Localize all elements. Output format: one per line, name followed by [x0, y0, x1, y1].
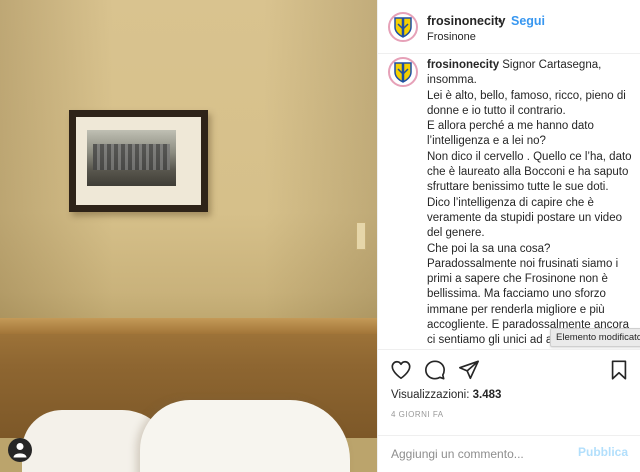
pillow: [140, 400, 350, 472]
add-comment-bar: Pubblica: [378, 435, 640, 472]
post-caption: frosinonecity Signor Cartasegna, insomma.…: [427, 58, 635, 349]
caption-line: Che poi la sa una cosa?: [427, 242, 551, 255]
caption-line: Lei è alto, bello, famoso, ricco, pieno …: [427, 89, 626, 117]
separator-dot: •: [498, 14, 503, 28]
user-icon[interactable]: [8, 438, 32, 462]
post-header: frosinonecity • Segui Frosinone: [378, 0, 640, 54]
post-actions: Visualizzazioni: 3.483 4 GIORNI FA: [378, 349, 640, 435]
edited-tooltip: Elemento modificato: [550, 328, 640, 347]
comment-bubble-icon[interactable]: [424, 359, 448, 383]
caption-username[interactable]: frosinonecity: [427, 59, 499, 71]
bookmark-icon[interactable]: [608, 359, 632, 383]
views-count: 3.483: [472, 389, 502, 401]
frosinone-crest-logo[interactable]: [388, 57, 418, 87]
follow-button[interactable]: Segui: [511, 14, 545, 28]
author-username[interactable]: frosinonecity: [427, 14, 506, 28]
paper-plane-icon[interactable]: [458, 359, 482, 383]
post-sidebar: frosinonecity • Segui Frosinone frosinon…: [377, 0, 640, 472]
views-counter[interactable]: Visualizzazioni: 3.483: [391, 389, 501, 401]
caption-line: Non dico il cervello . Quello ce l’ha, d…: [427, 150, 632, 194]
publish-button[interactable]: Pubblica: [578, 445, 628, 459]
framed-photo: [87, 130, 176, 186]
video-player[interactable]: [0, 0, 377, 472]
caption-line: E allora perché a me hanno dato l’intell…: [427, 120, 594, 148]
views-label: Visualizzazioni:: [391, 389, 470, 401]
comment-input[interactable]: [391, 444, 571, 464]
post-location[interactable]: Frosinone: [427, 31, 476, 43]
caption-area: frosinonecity Signor Cartasegna, insomma.…: [378, 54, 640, 349]
wall-picture-frame: [69, 110, 208, 212]
wall-socket: [356, 222, 366, 250]
frosinone-crest-logo[interactable]: [388, 12, 418, 42]
post-timestamp[interactable]: 4 GIORNI FA: [391, 410, 444, 419]
caption-line: Dico l’intelligenza di capire che è vera…: [427, 196, 622, 240]
heart-icon[interactable]: [390, 359, 414, 383]
